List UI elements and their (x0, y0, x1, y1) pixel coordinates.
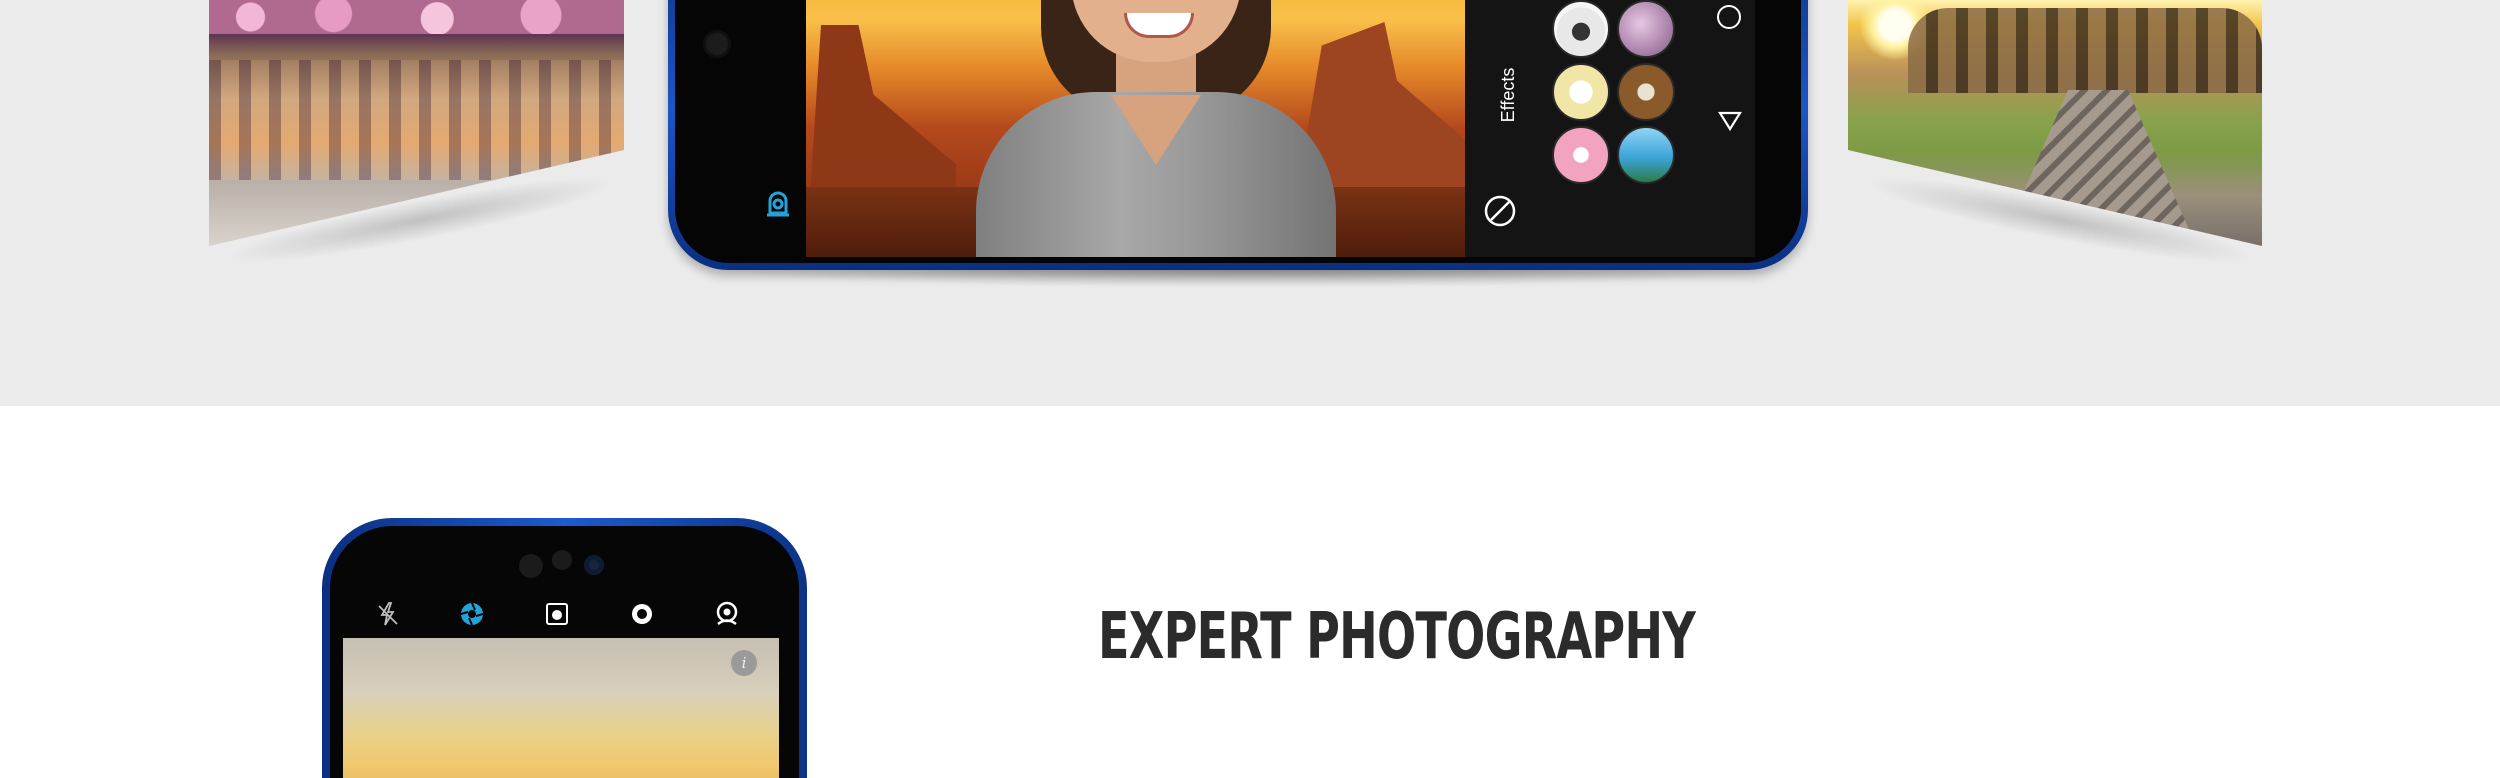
front-camera (584, 555, 604, 575)
camera-switch-icon[interactable] (761, 187, 795, 221)
nav-home-icon[interactable] (1717, 5, 1741, 29)
love-sticker-icon[interactable] (1552, 126, 1610, 184)
wooden-frame-icon[interactable] (1617, 63, 1675, 121)
floral-scene-icon[interactable] (1617, 0, 1675, 58)
proximity-sensor (552, 550, 572, 570)
shutter-mode-icon[interactable] (628, 600, 656, 628)
aperture-icon[interactable] (458, 600, 486, 628)
camera-sticker-icon[interactable] (1552, 0, 1610, 58)
camera-toolbar (330, 600, 799, 640)
blossom-trees (209, 0, 624, 34)
no-effect-icon[interactable] (1482, 193, 1518, 229)
portrait-mode-icon[interactable] (713, 600, 741, 628)
portrait-phone-screen: i (330, 526, 799, 778)
section-title: EXPERT PHOTOGRAPHY (1098, 600, 1696, 674)
effects-panel: Effects (1465, 0, 1755, 257)
showcase-banner: Effects ho (0, 0, 2500, 406)
landscape-phone: Effects ho (668, 0, 1808, 270)
info-icon[interactable]: i (731, 650, 757, 676)
nav-back-icon[interactable] (1716, 109, 1744, 133)
palm-beach-icon[interactable] (1617, 126, 1675, 184)
effects-label: Effects (1498, 67, 1518, 123)
flash-off-icon[interactable] (374, 600, 402, 628)
landscape-phone-screen: Effects ho (675, 0, 1801, 263)
image-mode-icon[interactable] (543, 600, 571, 628)
colosseum-arches (1908, 8, 2262, 93)
camera-viewfinder: i (343, 638, 779, 778)
front-camera (703, 30, 731, 58)
earpiece-sensor (519, 554, 543, 578)
bunny-sticker-icon[interactable] (1552, 63, 1610, 121)
water-reflection (209, 60, 624, 180)
camera-preview (806, 0, 1465, 257)
portrait-phone: i (322, 518, 807, 778)
